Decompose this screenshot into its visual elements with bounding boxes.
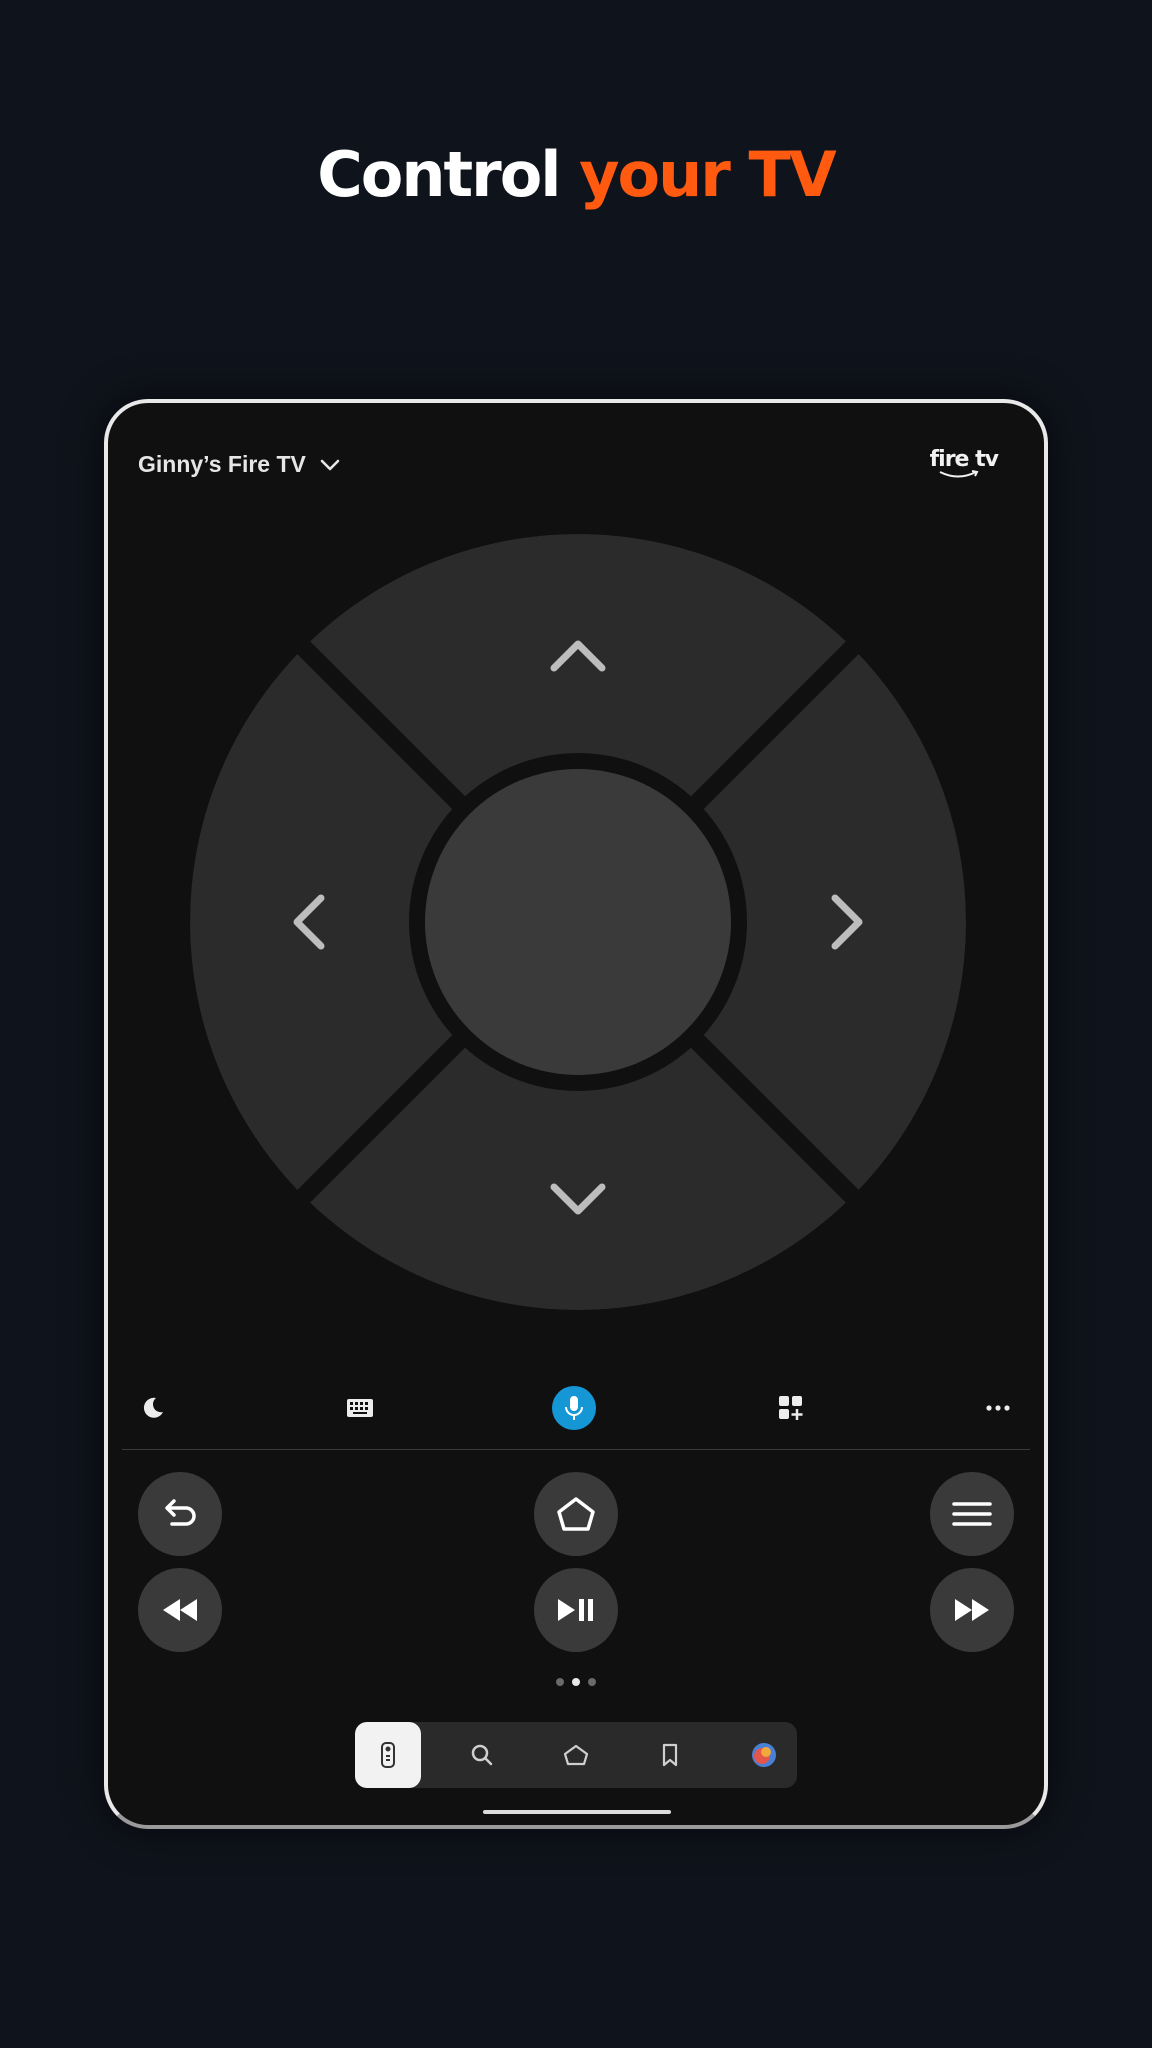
fast-forward-icon (955, 1599, 989, 1621)
remote-icon (381, 1742, 395, 1768)
more-button[interactable] (973, 1383, 1023, 1433)
headline-part1: Control (317, 138, 561, 211)
headline: Control your TV (0, 138, 1152, 211)
search-icon (471, 1744, 493, 1766)
page-dot-active[interactable] (572, 1678, 580, 1686)
nav-search[interactable] (449, 1722, 515, 1788)
keyboard-button[interactable] (335, 1383, 385, 1433)
divider (122, 1449, 1030, 1450)
back-button[interactable] (138, 1472, 222, 1556)
voice-button[interactable] (552, 1386, 596, 1430)
nav-remote[interactable] (355, 1722, 421, 1788)
play-pause-icon (558, 1599, 593, 1621)
apps-button[interactable] (766, 1383, 816, 1433)
sleep-button[interactable] (128, 1383, 178, 1433)
page-dot[interactable] (588, 1678, 596, 1686)
home-indicator[interactable] (483, 1810, 671, 1814)
home-icon (563, 1744, 589, 1766)
dpad (190, 534, 966, 1310)
page-dot[interactable] (556, 1678, 564, 1686)
apps-add-icon (779, 1396, 803, 1420)
bottom-nav (355, 1722, 797, 1788)
nav-watchlist[interactable] (637, 1722, 703, 1788)
fast-forward-button[interactable] (930, 1568, 1014, 1652)
bookmark-icon (662, 1743, 678, 1767)
nav-home[interactable] (543, 1722, 609, 1788)
device-frame: Ginny’s Fire TV fire tv (104, 399, 1048, 1829)
headline-part2: your TV (579, 138, 837, 211)
menu-icon (952, 1502, 992, 1526)
rewind-button[interactable] (138, 1568, 222, 1652)
quick-toolbar (108, 1383, 1044, 1443)
sleep-moon-icon (143, 1397, 163, 1418)
back-icon (165, 1499, 196, 1526)
more-dots-icon (986, 1405, 1010, 1411)
menu-button[interactable] (930, 1472, 1014, 1556)
page-indicator (108, 1678, 1044, 1686)
nav-profile[interactable] (731, 1722, 797, 1788)
home-icon (557, 1497, 595, 1531)
dpad-select-button[interactable] (425, 769, 731, 1075)
rewind-icon (163, 1599, 197, 1621)
play-pause-button[interactable] (534, 1568, 618, 1652)
keyboard-icon (347, 1399, 373, 1417)
microphone-icon (565, 1396, 583, 1420)
avatar (752, 1743, 776, 1767)
home-button[interactable] (534, 1472, 618, 1556)
